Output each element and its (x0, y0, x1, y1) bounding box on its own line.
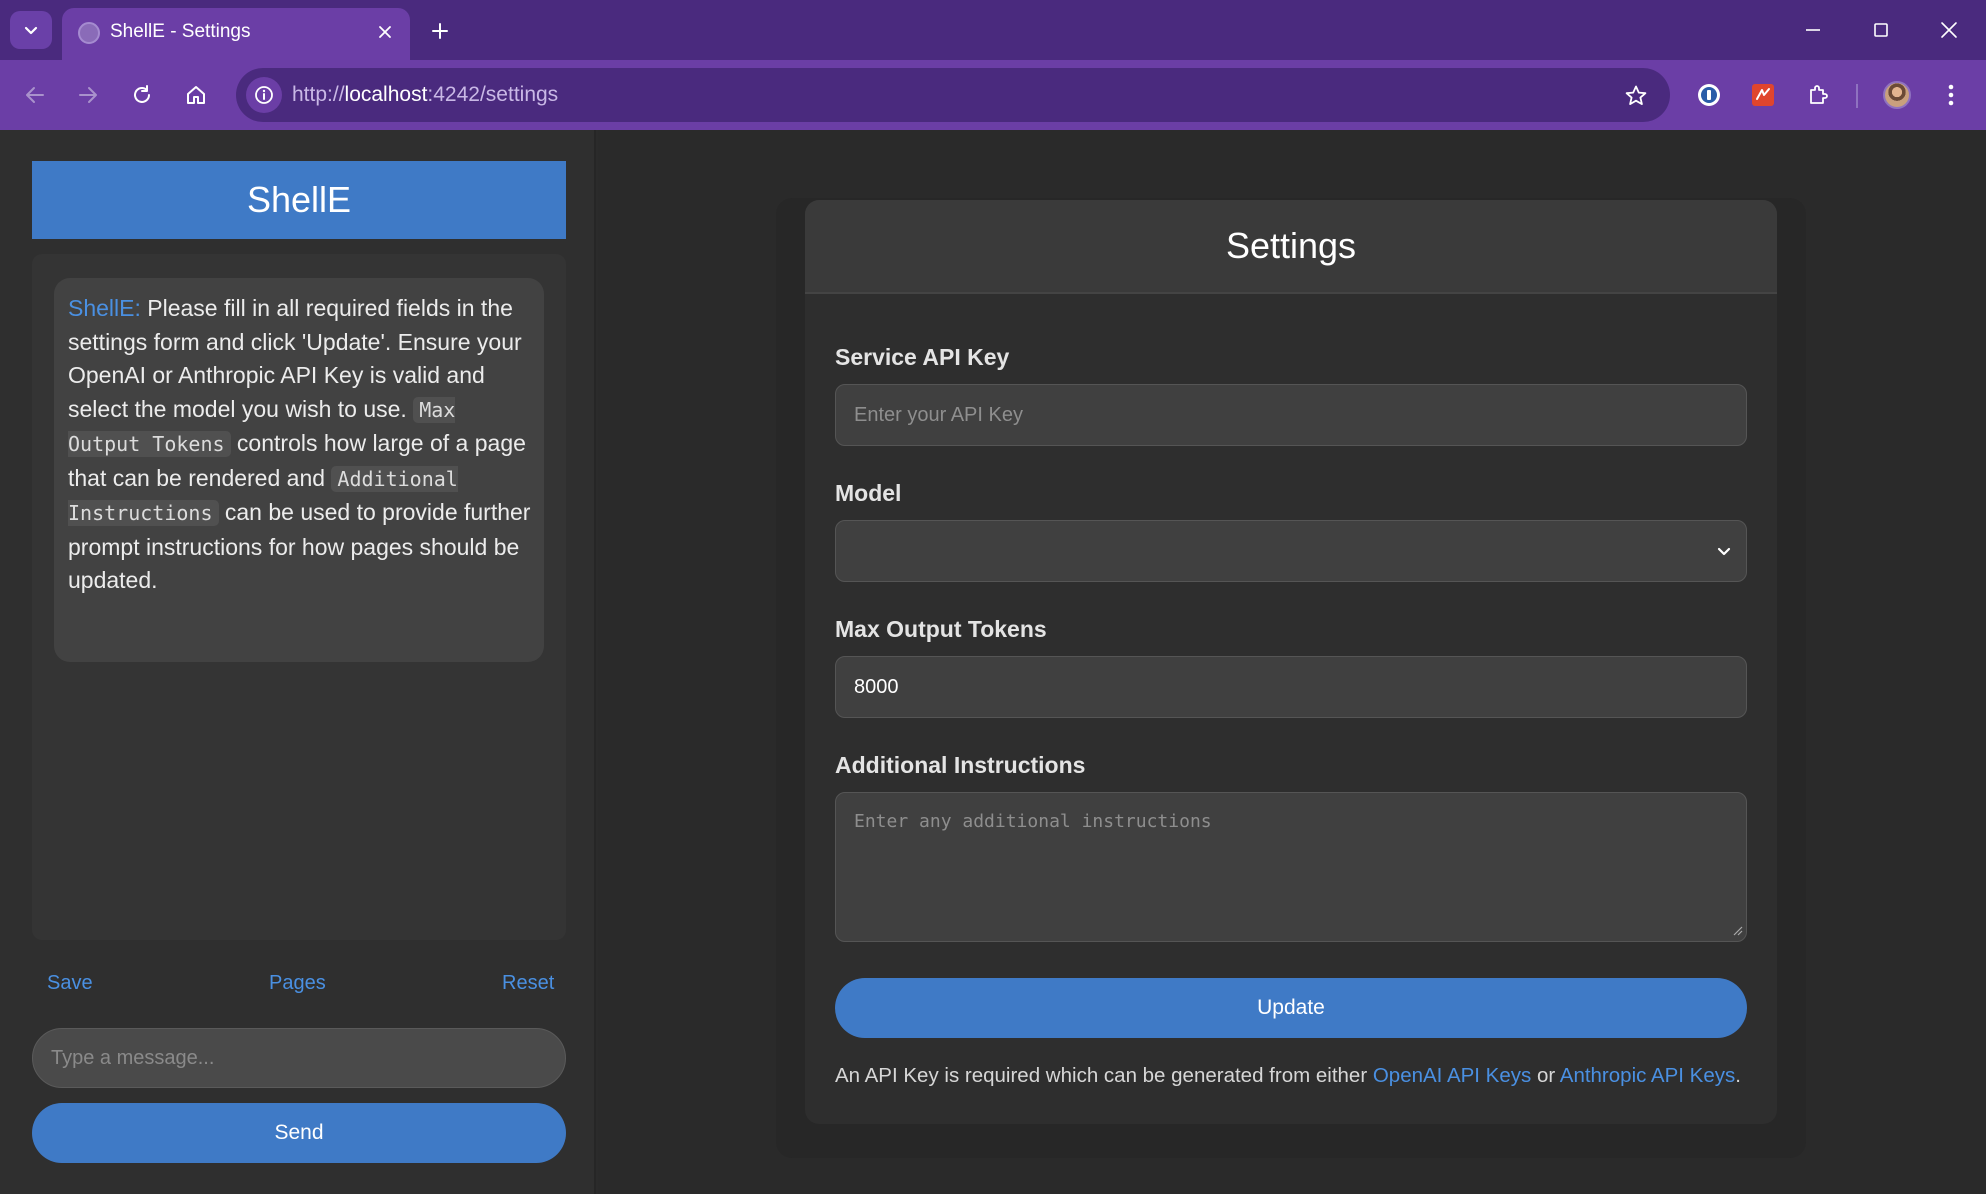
maximize-button[interactable] (1856, 10, 1906, 50)
max-tokens-field[interactable] (835, 656, 1747, 718)
chat-messages: ShellE: Please fill in all required fiel… (32, 254, 566, 940)
api-key-field[interactable] (835, 384, 1747, 446)
instructions-label: Additional Instructions (835, 752, 1086, 778)
update-button[interactable]: Update (835, 978, 1747, 1038)
openai-api-keys-link[interactable]: OpenAI API Keys (1373, 1064, 1531, 1087)
instructions-field[interactable] (835, 792, 1747, 942)
reload-icon (134, 85, 150, 103)
brand-header: ShellE (32, 161, 566, 239)
pages-link[interactable]: Pages (269, 972, 326, 995)
toolbar-divider (1856, 84, 1858, 108)
message-sender: ShellE: (68, 295, 141, 321)
extensions-button[interactable] (1797, 74, 1839, 116)
home-button[interactable] (175, 74, 217, 116)
forward-button[interactable] (67, 74, 109, 116)
password-manager-extension[interactable] (1688, 74, 1730, 116)
plus-icon (432, 23, 448, 39)
save-link[interactable]: Save (47, 972, 93, 995)
settings-area: Settings Service API Key Model Max Outpu… (598, 130, 1986, 1194)
more-vertical-icon (1948, 84, 1954, 106)
star-icon (1625, 85, 1647, 105)
resize-handle-icon[interactable] (1733, 926, 1743, 936)
browser-tab-bar: ShellE - Settings (0, 0, 1986, 60)
message-input[interactable] (32, 1028, 566, 1088)
tab-title: ShellE - Settings (110, 21, 251, 42)
close-icon (1941, 22, 1957, 38)
url-host: localhost (344, 83, 428, 106)
model-label: Model (835, 480, 902, 506)
api-key-help-text: An API Key is required which can be gene… (835, 1064, 1741, 1088)
chevron-down-icon (24, 26, 38, 35)
arrow-right-icon (79, 87, 97, 103)
send-button[interactable]: Send (32, 1103, 566, 1163)
anthropic-api-keys-link[interactable]: Anthropic API Keys (1560, 1064, 1735, 1087)
page-title: Settings (805, 200, 1777, 294)
maximize-icon (1874, 23, 1888, 37)
help-text-or: or (1531, 1064, 1560, 1087)
chevron-down-icon (1717, 547, 1731, 556)
close-window-button[interactable] (1924, 10, 1974, 50)
tab-close-button[interactable] (370, 17, 400, 47)
reset-link[interactable]: Reset (502, 972, 554, 995)
browser-menu-button[interactable] (1930, 74, 1972, 116)
browser-toolbar: http://localhost:4242/settings (0, 60, 1986, 130)
assistant-message: ShellE: Please fill in all required fiel… (54, 278, 544, 662)
reload-button[interactable] (121, 74, 163, 116)
profile-button[interactable] (1876, 74, 1918, 116)
url-path: :4242/settings (427, 83, 559, 106)
tab-search-button[interactable] (10, 11, 52, 49)
globe-icon (78, 22, 100, 44)
minimize-button[interactable] (1788, 10, 1838, 50)
avatar (1883, 81, 1911, 109)
page-content: ShellE ShellE: Please fill in all requir… (0, 130, 1986, 1194)
chat-sidebar: ShellE ShellE: Please fill in all requir… (0, 130, 596, 1194)
minimize-icon (1806, 29, 1820, 31)
url-text[interactable]: http://localhost:4242/settings (292, 83, 558, 107)
help-text-prefix: An API Key is required which can be gene… (835, 1064, 1373, 1087)
back-button[interactable] (14, 74, 56, 116)
document-tool-icon (1752, 84, 1774, 106)
url-scheme: http:// (292, 83, 345, 106)
new-tab-button[interactable] (420, 12, 460, 50)
bookmark-button[interactable] (1618, 78, 1654, 114)
address-bar[interactable]: http://localhost:4242/settings (236, 68, 1670, 122)
pdf-extension[interactable] (1742, 74, 1784, 116)
site-info-button[interactable] (246, 77, 282, 113)
info-icon (255, 86, 273, 104)
arrow-left-icon (26, 87, 44, 103)
browser-tab-active[interactable]: ShellE - Settings (62, 8, 410, 60)
model-select[interactable] (835, 520, 1747, 582)
api-key-label: Service API Key (835, 344, 1010, 370)
help-text-suffix: . (1735, 1064, 1741, 1087)
chat-actions: Save Pages Reset (32, 972, 566, 1008)
close-icon (379, 26, 391, 38)
home-icon (187, 86, 205, 104)
puzzle-icon (1810, 85, 1828, 104)
key-shield-icon (1698, 84, 1720, 106)
max-tokens-label: Max Output Tokens (835, 616, 1047, 642)
settings-form: Settings Service API Key Model Max Outpu… (805, 200, 1777, 1124)
